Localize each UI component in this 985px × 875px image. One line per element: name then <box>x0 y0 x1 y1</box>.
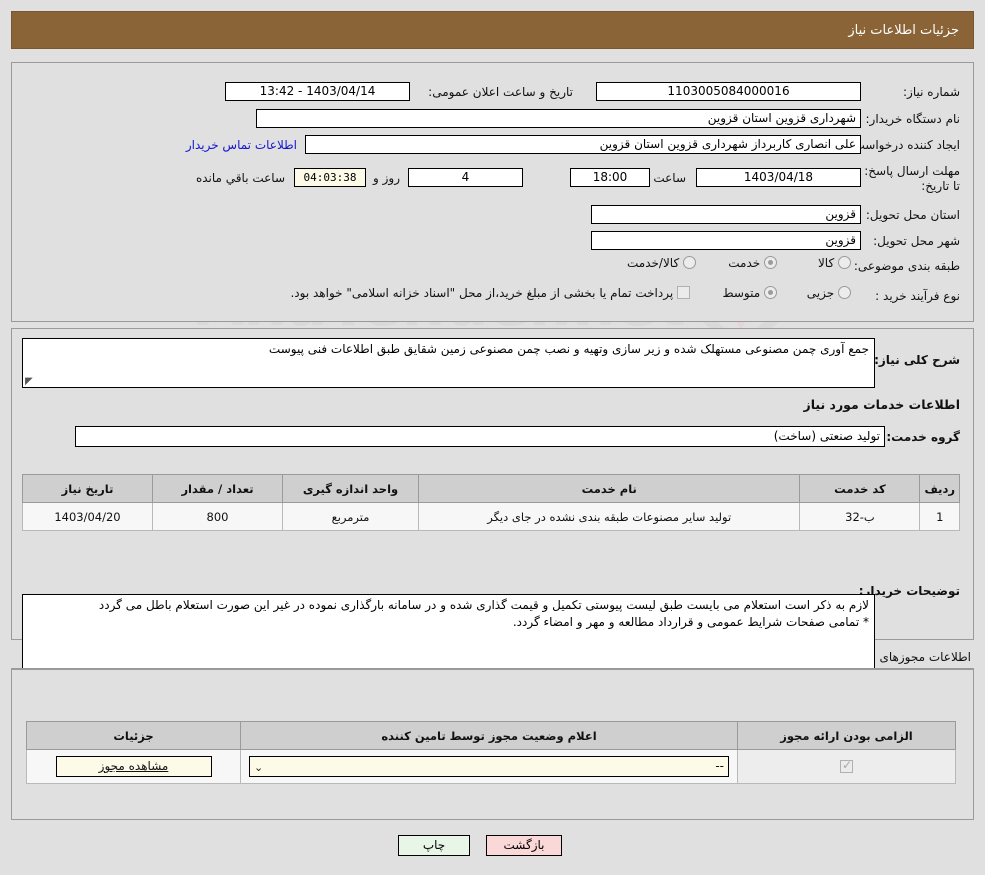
services-table: ردیف کد خدمت نام خدمت واحد اندازه گیری ت… <box>22 474 960 531</box>
deadline-time-field[interactable]: 18:00 <box>570 168 650 187</box>
buyer-notes-line-2: * تمامی صفحات شرایط عمومی و قرارداد مطال… <box>512 615 869 629</box>
page-title-bar: جزئیات اطلاعات نیاز <box>11 11 974 49</box>
col-unit: واحد اندازه گیری <box>282 474 419 503</box>
category-option-khedmat[interactable]: خدمت <box>728 256 777 270</box>
col-service-name: نام خدمت <box>417 474 801 503</box>
cell-need-date: 1403/04/20 <box>22 502 153 531</box>
services-table-wrapper: ردیف کد خدمت نام خدمت واحد اندازه گیری ت… <box>22 474 960 531</box>
cell-service-name: تولید سایر مصنوعات طبقه بندی نشده در جای… <box>417 502 801 531</box>
need-description-textarea[interactable]: جمع آوری چمن مصنوعی مستهلک شده و زیر ساز… <box>22 338 875 388</box>
delivery-province-field[interactable]: قزوین <box>591 205 861 224</box>
permits-table-wrapper: الزامی بودن ارائه مجوز اعلام وضعیت مجوز … <box>26 721 956 784</box>
buyer-notes-line-1: لازم به ذکر است استعلام می بایست طبق لیس… <box>98 598 869 612</box>
treasury-docs-checkbox[interactable] <box>677 286 690 299</box>
need-description-text: جمع آوری چمن مصنوعی مستهلک شده و زیر ساز… <box>268 342 869 356</box>
cell-service-code: ب-32 <box>799 502 921 531</box>
cell-radif: 1 <box>919 502 960 531</box>
page-title: جزئیات اطلاعات نیاز <box>848 22 959 38</box>
deadline-hour-label: ساعت <box>653 171 686 185</box>
treasury-docs-note: پرداخت تمام یا بخشی از مبلغ خرید،از محل … <box>290 286 674 300</box>
process-option-motevaset[interactable]: متوسط <box>722 286 777 300</box>
announce-datetime-label: تاریخ و ساعت اعلان عمومی: <box>428 85 573 99</box>
need-number-label: شماره نیاز: <box>903 85 960 99</box>
permits-panel: الزامی بودن ارائه مجوز اعلام وضعیت مجوز … <box>11 668 974 820</box>
category-option-kala[interactable]: کالا <box>818 256 851 270</box>
cell-permit-required <box>737 749 956 784</box>
cell-unit: مترمربع <box>282 502 419 531</box>
services-table-header-row: ردیف کد خدمت نام خدمت واحد اندازه گیری ت… <box>22 474 960 503</box>
deadline-date-field[interactable]: 1403/04/18 <box>696 168 861 187</box>
process-option-jozi-label: جزیی <box>806 286 835 300</box>
process-type-label: نوع فرآیند خرید : <box>875 289 960 303</box>
table-row: 1 ب-32 تولید سایر مصنوعات طبقه بندی نشده… <box>22 502 960 531</box>
need-details-panel: شرح کلی نیاز: جمع آوری چمن مصنوعی مستهلک… <box>11 328 974 682</box>
back-button[interactable]: بازگشت <box>486 835 562 856</box>
countdown-timer-field: 04:03:38 <box>294 168 366 187</box>
cell-permit-details: مشاهده مجوز <box>26 749 241 784</box>
permit-status-select[interactable]: ⌄ -- <box>249 756 729 777</box>
buyer-org-label: نام دستگاه خریدار: <box>865 112 961 126</box>
services-heading: اطلاعات خدمات مورد نیاز <box>803 397 961 412</box>
col-permit-details: جزئیات <box>26 721 241 750</box>
back-button-label: بازگشت <box>503 838 545 852</box>
permits-table-header-row: الزامی بودن ارائه مجوز اعلام وضعیت مجوز … <box>26 721 956 750</box>
cell-quantity: 800 <box>152 502 283 531</box>
delivery-city-label: شهر محل تحویل: <box>873 234 960 248</box>
page-root: AnaTender.net جزئیات اطلاعات نیاز شماره … <box>0 0 985 875</box>
category-option-kala-khedmat-label: کالا/خدمت <box>626 256 680 270</box>
view-permit-button-label: مشاهده مجوز <box>98 759 169 773</box>
need-description-label: شرح کلی نیاز: <box>874 353 960 367</box>
cell-permit-status: ⌄ -- <box>240 749 738 784</box>
category-radio-khedmat[interactable] <box>764 256 777 269</box>
col-service-code: کد خدمت <box>799 474 921 503</box>
col-need-date: تاریخ نیاز <box>22 474 153 503</box>
view-permit-button[interactable]: مشاهده مجوز <box>55 756 212 777</box>
need-summary-panel: شماره نیاز: 1103005084000016 تاریخ و ساع… <box>11 62 974 322</box>
category-option-khedmat-label: خدمت <box>728 256 761 270</box>
resize-grip-icon[interactable]: ◥ <box>25 376 34 387</box>
chevron-down-icon: ⌄ <box>254 761 264 774</box>
requester-label: ایجاد کننده درخواست: <box>849 138 960 152</box>
category-radio-kala-khedmat[interactable] <box>683 256 696 269</box>
col-permit-status: اعلام وضعیت مجوز توسط تامین کننده <box>240 721 738 750</box>
delivery-province-label: استان محل تحویل: <box>865 208 960 222</box>
col-radif: ردیف <box>919 474 960 503</box>
deadline-label: مهلت ارسال پاسخ: تا تاریخ: <box>864 164 960 193</box>
service-group-field[interactable]: تولید صنعتی (ساخت) <box>75 426 885 447</box>
treasury-docs-option[interactable]: پرداخت تمام یا بخشی از مبلغ خرید،از محل … <box>290 286 690 300</box>
need-number-field[interactable]: 1103005084000016 <box>596 82 861 101</box>
table-row: ⌄ -- مشاهده مجوز <box>26 749 956 784</box>
delivery-city-field[interactable]: قزوین <box>591 231 861 250</box>
process-radio-jozi[interactable] <box>838 286 851 299</box>
remaining-days-label: روز و <box>373 171 400 185</box>
col-permit-required: الزامی بودن ارائه مجوز <box>737 721 956 750</box>
category-label: طبقه بندی موضوعی: <box>853 259 960 273</box>
announce-datetime-field[interactable]: 1403/04/14 - 13:42 <box>225 82 410 101</box>
process-option-jozi[interactable]: جزیی <box>807 286 851 300</box>
requester-field[interactable]: علی انصاری کاربرداز شهرداری قزوین استان … <box>305 135 861 154</box>
col-quantity: تعداد / مقدار <box>152 474 283 503</box>
buyer-contact-link[interactable]: اطلاعات تماس خریدار <box>186 138 297 152</box>
category-option-kala-khedmat[interactable]: کالا/خدمت <box>627 256 696 270</box>
print-button[interactable]: چاپ <box>398 835 470 856</box>
remaining-hours-label: ساعت باقي مانده <box>195 171 285 185</box>
category-option-kala-label: کالا <box>817 256 835 270</box>
permit-status-value: -- <box>715 759 724 773</box>
permits-table: الزامی بودن ارائه مجوز اعلام وضعیت مجوز … <box>26 721 956 784</box>
print-button-label: چاپ <box>422 838 446 852</box>
permit-required-checkbox <box>840 758 853 773</box>
category-radio-kala[interactable] <box>838 256 851 269</box>
service-group-label: گروه خدمت: <box>886 430 960 444</box>
buyer-org-field[interactable]: شهرداری قزوین استان قزوین <box>256 109 861 128</box>
process-radio-motevaset[interactable] <box>764 286 777 299</box>
remaining-days-field[interactable]: 4 <box>408 168 523 187</box>
process-option-motevaset-label: متوسط <box>722 286 761 300</box>
